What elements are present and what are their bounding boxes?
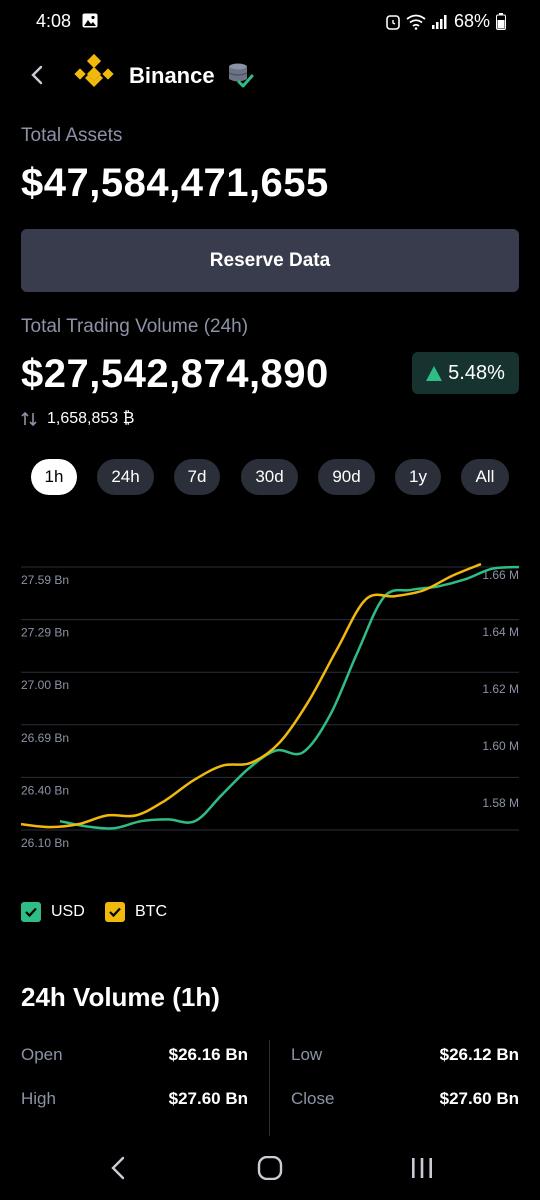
y-right-tick: 1.64 M	[482, 625, 519, 639]
y-left-tick: 26.40 Bn	[21, 783, 69, 797]
low-value: $26.12 Bn	[439, 1045, 519, 1064]
close-value: $27.60 Bn	[439, 1089, 519, 1108]
swap-arrows-icon	[21, 411, 37, 427]
status-time: 4:08	[36, 11, 72, 31]
legend-btc[interactable]: BTC	[105, 902, 167, 922]
series-line-usd	[59, 565, 520, 830]
y-left-tick: 27.59 Bn	[21, 573, 69, 587]
battery-percent: 68%	[453, 11, 490, 31]
page-title: Binance	[129, 63, 215, 88]
y-left-tick: 26.69 Bn	[21, 731, 69, 745]
usd-checkbox[interactable]	[21, 902, 41, 922]
stats-divider	[269, 1040, 270, 1136]
legend-usd[interactable]: USD	[21, 902, 85, 922]
change-badge: 5.48%	[412, 352, 519, 394]
home-icon[interactable]	[257, 1156, 283, 1180]
recent-apps-icon[interactable]	[410, 1156, 434, 1180]
volume-chart[interactable]: 27.59 Bn 27.29 Bn 27.00 Bn 26.69 Bn 26.40 Bn…	[0, 540, 540, 870]
tab-1h[interactable]: 1h	[31, 459, 77, 495]
btc-checkbox[interactable]	[105, 902, 125, 922]
legend-btc-label: BTC	[135, 903, 167, 920]
close-label: Close	[291, 1089, 335, 1108]
wifi-icon	[406, 14, 426, 30]
y-right-tick: 1.62 M	[482, 682, 519, 696]
series-line-btc	[20, 562, 482, 829]
tab-30d[interactable]: 30d	[241, 459, 298, 495]
tab-90d[interactable]: 90d	[318, 459, 375, 495]
high-label: High	[21, 1089, 56, 1108]
status-icons: 68%	[386, 11, 506, 32]
tab-24h[interactable]: 24h	[97, 459, 154, 495]
back-nav-icon[interactable]	[108, 1156, 130, 1180]
y-left-tick: 27.00 Bn	[21, 678, 69, 692]
alarm-icon	[386, 14, 400, 30]
tab-7d[interactable]: 7d	[174, 459, 220, 495]
tab-all[interactable]: All	[461, 459, 509, 495]
total-assets-value: $47,584,471,655	[21, 161, 329, 205]
up-triangle-icon	[426, 365, 443, 381]
y-right-tick: 1.60 M	[482, 739, 519, 753]
battery-icon	[496, 13, 506, 30]
trading-volume-value: $27,542,874,890	[21, 352, 329, 396]
status-bar: 4:08 68%	[0, 0, 540, 44]
back-icon[interactable]	[26, 64, 48, 86]
change-percent: 5.48%	[448, 361, 505, 384]
total-assets-label: Total Assets	[21, 125, 123, 146]
system-nav-bar	[0, 1136, 540, 1200]
open-value: $26.16 Bn	[168, 1045, 248, 1064]
check-icon	[25, 907, 37, 918]
high-value: $27.60 Bn	[168, 1089, 248, 1108]
trading-volume-label: Total Trading Volume (24h)	[21, 316, 249, 337]
tab-1y[interactable]: 1y	[395, 459, 441, 495]
btc-volume-row: 1,658,853 ₿	[21, 410, 134, 428]
open-label: Open	[21, 1045, 63, 1064]
y-left-tick: 26.10 Bn	[21, 836, 69, 850]
check-icon	[109, 907, 121, 918]
y-left-tick: 27.29 Bn	[21, 626, 69, 640]
gallery-icon	[82, 13, 98, 28]
signal-icon	[431, 14, 447, 29]
header: Binance	[0, 50, 540, 102]
btc-volume-value: 1,658,853 ₿	[47, 410, 135, 427]
low-label: Low	[291, 1045, 323, 1064]
legend-usd-label: USD	[51, 903, 85, 920]
y-right-tick: 1.58 M	[482, 796, 519, 810]
reserve-data-button[interactable]: Reserve Data	[21, 229, 519, 292]
database-verified-icon	[228, 63, 254, 88]
binance-logo-icon	[74, 53, 114, 87]
volume-section-title: 24h Volume (1h)	[21, 982, 220, 1012]
